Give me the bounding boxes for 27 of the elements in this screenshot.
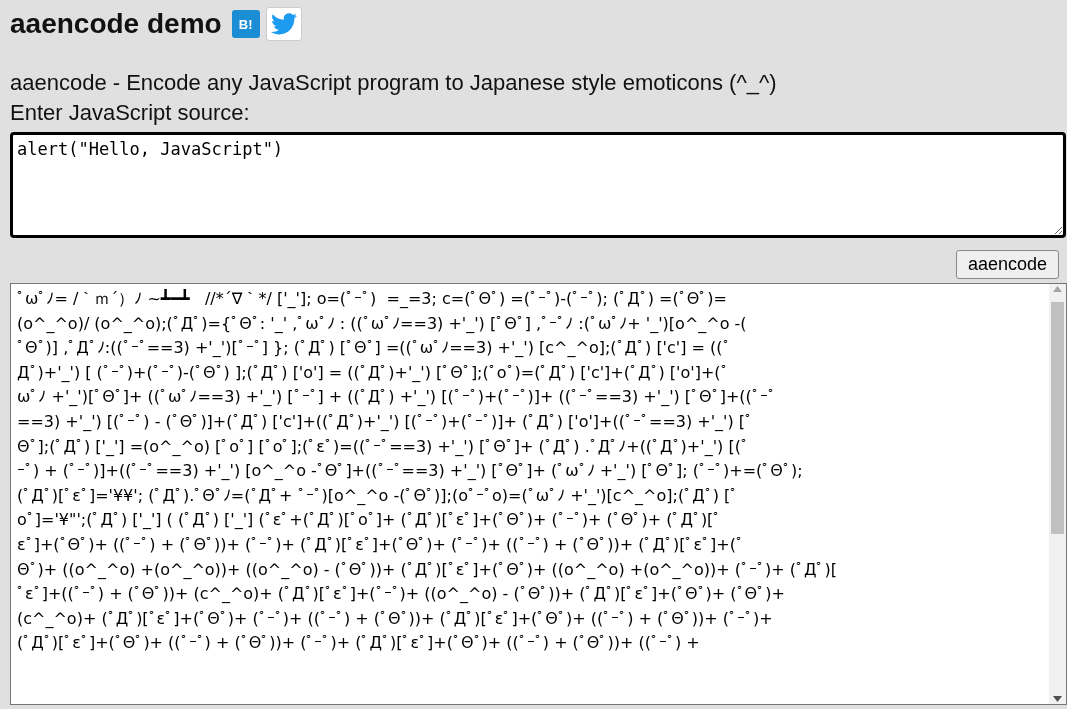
source-label: Enter JavaScript source: xyxy=(10,100,251,126)
code-line: (ﾟДﾟ)[ﾟεﾟ]+(ﾟΘﾟ)+ ((ﾟｰﾟ) + (ﾟΘﾟ))+ (ﾟｰﾟ)+ (ﾟДﾟ)[ﾟεﾟ]+(ﾟΘﾟ)+ ((ﾟｰﾟ) + (ﾟΘﾟ))+ ((ﾟｰﾟ) + xyxy=(17,632,700,655)
code-line: oﾟ]='¥"';(ﾟДﾟ) ['_'] ( (ﾟДﾟ) ['_'] (ﾟεﾟ+(ﾟДﾟ)[ﾟoﾟ]+ (ﾟДﾟ)[ﾟεﾟ]+(ﾟΘﾟ)+ (ﾟｰﾟ)+ (ﾟΘﾟ)+ (ﾟДﾟ)[ﾟ xyxy=(17,509,722,532)
code-line: ﾟΘﾟ)] ,ﾟДﾟﾉ:((ﾟｰﾟ==3) +'_')[ﾟｰﾟ] }; (ﾟДﾟ) [ﾟΘﾟ] =((ﾟωﾟﾉ==3) +'_') [c^_^o];(ﾟДﾟ) ['c'] = ((ﾟ xyxy=(17,337,731,360)
code-line: (o^_^o)/ (o^_^o);(ﾟДﾟ)={ﾟΘﾟ: '_' ,ﾟωﾟﾉ : ((ﾟωﾟﾉ==3) +'_') [ﾟΘﾟ] ,ﾟｰﾟﾉ :(ﾟωﾟﾉ+ '_')[o^_^o -( xyxy=(17,312,747,335)
code-line: (c^_^o)+ (ﾟДﾟ)[ﾟεﾟ]+(ﾟΘﾟ)+ (ﾟｰﾟ)+ ((ﾟｰﾟ) + (ﾟΘﾟ))+ (ﾟДﾟ)[ﾟεﾟ]+(ﾟΘﾟ)+ ((ﾟｰﾟ) + (ﾟΘﾟ))+ (ﾟｰﾟ)+ xyxy=(17,607,773,630)
output-field[interactable] xyxy=(10,283,1067,705)
bookmark-button[interactable]: B! xyxy=(231,10,260,38)
encode-button[interactable]: aaencode xyxy=(955,250,1059,279)
code-line: ﾟωﾟﾉ= /｀ｍ´）ﾉ ~┻━┻ //*´∇｀*/ ['_']; o=(ﾟｰﾟ) =_=3; c=(ﾟΘﾟ) =(ﾟｰﾟ)-(ﾟｰﾟ); (ﾟДﾟ) =(ﾟΘﾟ)= xyxy=(17,288,727,310)
code-line: (ﾟДﾟ)[ﾟεﾟ]='¥¥'; (ﾟДﾟ).ﾟΘﾟﾉ=(ﾟДﾟ+ ﾟｰﾟ)[o^_^o -(ﾟΘﾟ)];(oﾟｰﾟo)=(ﾟωﾟﾉ +'_')[c^_^o];(ﾟДﾟ) [ﾟ xyxy=(17,484,739,507)
scroll-up-icon[interactable] xyxy=(1053,286,1062,292)
code-line: Дﾟ)+'_') [ (ﾟｰﾟ)+(ﾟｰﾟ)-(ﾟΘﾟ) ];(ﾟДﾟ) ['o'] = ((ﾟДﾟ)+'_') [ﾟΘﾟ];(ﾟoﾟ)=(ﾟДﾟ) ['c']+(ﾟДﾟ) ['o']+(ﾟ xyxy=(17,361,729,384)
code-line: ωﾟﾉ +'_')[ﾟΘﾟ]+ ((ﾟωﾟﾉ==3) +'_') [ﾟｰﾟ] + ((ﾟДﾟ) +'_') [(ﾟｰﾟ)+(ﾟｰﾟ)]+ ((ﾟｰﾟ==3) +'_') [ﾟΘﾟ]+((ﾟｰﾟ xyxy=(17,386,776,409)
bird-icon xyxy=(270,13,297,35)
scrollbar[interactable] xyxy=(1049,284,1066,704)
description-text: aaencode - Encode any JavaScript program to Japanese style emoticons (^_^) xyxy=(10,70,778,96)
code-line: ﾟεﾟ]+((ﾟｰﾟ) + (ﾟΘﾟ))+ (c^_^o)+ (ﾟДﾟ)[ﾟεﾟ]+(ﾟｰﾟ)+ ((o^_^o) - (ﾟΘﾟ))+ (ﾟДﾟ)[ﾟεﾟ]+(ﾟΘﾟ)+ (ﾟΘﾟ)+ xyxy=(17,583,785,606)
page-title: aaencode demo xyxy=(10,8,222,40)
scroll-down-icon[interactable] xyxy=(1053,696,1062,702)
source-input-field[interactable]: alert("Hello, JavaScript") xyxy=(10,132,1066,238)
share-button[interactable] xyxy=(265,7,302,41)
code-line: εﾟ]+(ﾟΘﾟ)+ ((ﾟｰﾟ) + (ﾟΘﾟ))+ (ﾟｰﾟ)+ (ﾟДﾟ)[ﾟεﾟ]+(ﾟΘﾟ)+ (ﾟｰﾟ)+ ((ﾟｰﾟ) + (ﾟΘﾟ))+ (ﾟДﾟ)[ﾟεﾟ]+(ﾟ xyxy=(17,533,744,556)
code-line: ==3) +'_') [(ﾟｰﾟ) - (ﾟΘﾟ)]+(ﾟДﾟ) ['c']+((ﾟДﾟ)+'_') [(ﾟｰﾟ)+(ﾟｰﾟ)]+ (ﾟДﾟ) ['o']+((ﾟｰﾟ==3) +'_') [ﾟ xyxy=(17,410,754,433)
code-line: Θﾟ];(ﾟДﾟ) ['_'] =(o^_^o) [ﾟoﾟ] [ﾟoﾟ];(ﾟεﾟ)=((ﾟｰﾟ==3) +'_') [ﾟΘﾟ]+ (ﾟДﾟ) .ﾟДﾟﾉ+((ﾟДﾟ)+'_') [(ﾟ xyxy=(17,435,749,458)
code-line: ｰﾟ) + (ﾟｰﾟ)]+((ﾟｰﾟ==3) +'_') [o^_^o -ﾟΘﾟ]+((ﾟｰﾟ==3) +'_') [ﾟΘﾟ]+ (ﾟωﾟﾉ +'_') [ﾟΘﾟ]; (ﾟｰﾟ)+=(ﾟΘﾟ); xyxy=(17,460,803,483)
code-line: Θﾟ)+ ((o^_^o) +(o^_^o))+ ((o^_^o) - (ﾟΘﾟ))+ (ﾟДﾟ)[ﾟεﾟ]+(ﾟΘﾟ)+ ((o^_^o) +(o^_^o))+ (ﾟｰﾟ)+ (ﾟДﾟ)[ xyxy=(17,558,837,581)
